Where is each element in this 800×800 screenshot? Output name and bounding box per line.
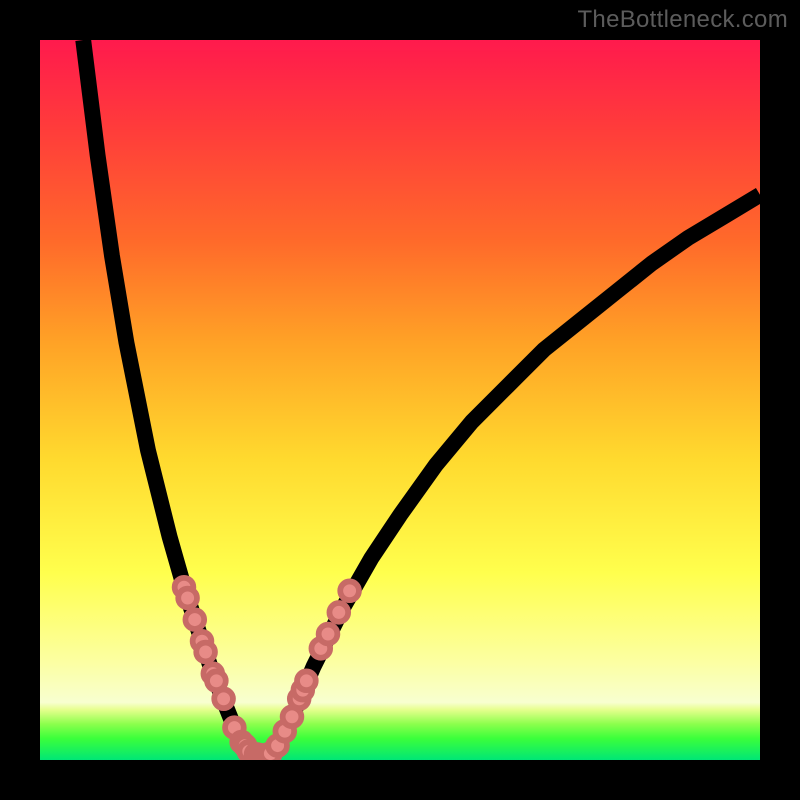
curve-left-branch bbox=[83, 40, 241, 742]
data-marker bbox=[340, 581, 359, 600]
watermark-text: TheBottleneck.com bbox=[577, 6, 788, 34]
data-marker bbox=[329, 603, 348, 622]
plot-area bbox=[40, 40, 760, 760]
marker-group bbox=[175, 578, 359, 760]
data-marker bbox=[214, 689, 233, 708]
data-marker bbox=[196, 643, 215, 662]
chart-frame: TheBottleneck.com bbox=[0, 0, 800, 800]
curve-svg bbox=[40, 40, 760, 760]
data-marker bbox=[185, 610, 204, 629]
data-marker bbox=[319, 625, 338, 644]
data-marker bbox=[178, 589, 197, 608]
data-marker bbox=[297, 671, 316, 690]
curve-right-branch bbox=[278, 195, 760, 746]
curve-group bbox=[83, 40, 760, 756]
